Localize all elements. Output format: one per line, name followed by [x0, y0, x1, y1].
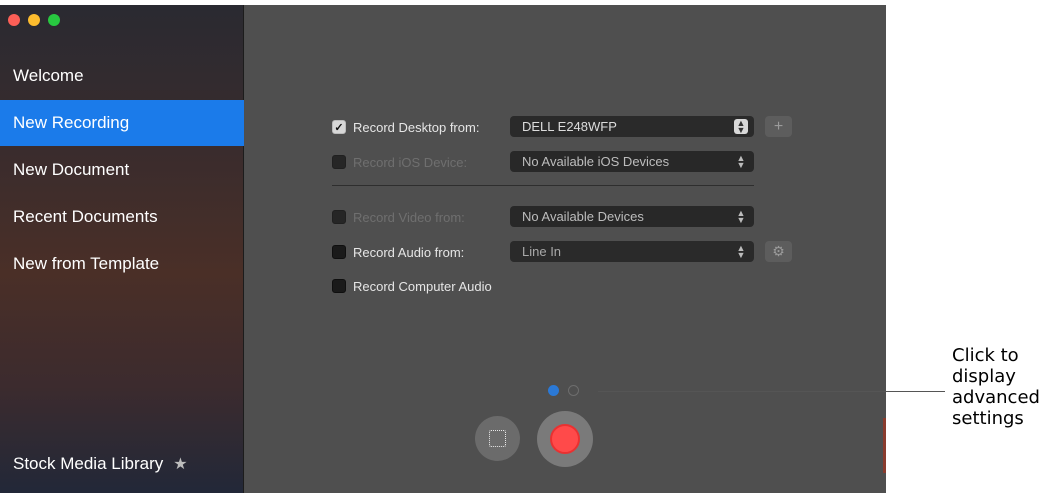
record-ios-label: Record iOS Device:	[353, 154, 468, 170]
chevron-updown-icon: ▲ ▼	[736, 153, 746, 170]
record-icon	[550, 424, 580, 454]
maximize-window-button[interactable]	[48, 14, 60, 26]
plus-icon: +	[773, 118, 784, 135]
record-computer-audio-checkbox[interactable]	[332, 279, 346, 293]
gear-icon: ⚙	[772, 243, 785, 259]
add-display-button[interactable]: +	[765, 116, 792, 137]
record-audio-row: Record Audio from:	[332, 241, 464, 263]
page-dot-1[interactable]	[548, 385, 559, 396]
record-audio-checkbox[interactable]	[332, 245, 346, 259]
sidebar-item-welcome[interactable]: Welcome	[0, 53, 244, 99]
record-computer-audio-row: Record Computer Audio	[332, 275, 492, 297]
record-ios-row: Record iOS Device:	[332, 151, 467, 173]
record-video-row: Record Video from:	[332, 206, 465, 228]
desktop-source-select[interactable]: DELL E248WFP ▲ ▼	[510, 116, 754, 137]
record-desktop-label: Record Desktop from:	[353, 119, 480, 135]
sidebar-item-label: Recent Documents	[13, 207, 158, 226]
recording-panel: ✓ Record Desktop from: DELL E248WFP ▲ ▼ +…	[245, 5, 886, 493]
video-source-value: No Available Devices	[522, 209, 644, 224]
selection-area-icon	[489, 430, 506, 447]
sidebar-item-label: New Document	[13, 160, 130, 179]
record-audio-label: Record Audio from:	[353, 244, 465, 260]
desktop-source-value: DELL E248WFP	[522, 119, 617, 134]
sidebar-item-label: Stock Media Library	[13, 454, 164, 473]
record-desktop-checkbox[interactable]: ✓	[332, 120, 346, 134]
record-desktop-row: ✓ Record Desktop from:	[332, 116, 479, 138]
chevron-updown-icon: ▲ ▼	[736, 208, 746, 225]
select-capture-area-button[interactable]	[475, 416, 520, 461]
close-window-button[interactable]	[8, 14, 20, 26]
sidebar-item-new-document[interactable]: New Document	[0, 147, 244, 193]
chevron-updown-icon: ▲ ▼	[736, 243, 746, 260]
ios-device-value: No Available iOS Devices	[522, 154, 670, 169]
record-button[interactable]	[537, 411, 593, 467]
page-dot-2-advanced-settings[interactable]	[568, 385, 579, 396]
record-video-checkbox[interactable]	[332, 210, 346, 224]
callout-annotation: Click to display advanced settings	[952, 345, 1057, 429]
ios-device-select[interactable]: No Available iOS Devices ▲ ▼	[510, 151, 754, 172]
sidebar: Welcome New Recording New Document Recen…	[0, 5, 244, 493]
audio-settings-button[interactable]: ⚙	[765, 241, 792, 262]
callout-line-1: Click to	[952, 345, 1019, 366]
star-icon: ★	[173, 456, 188, 473]
callout-line-4: settings	[952, 408, 1024, 429]
sidebar-item-recent-documents[interactable]: Recent Documents	[0, 194, 244, 240]
sidebar-item-stock-media-library[interactable]: Stock Media Library ★	[0, 441, 244, 487]
sidebar-item-new-from-template[interactable]: New from Template	[0, 241, 244, 287]
sidebar-item-new-recording[interactable]: New Recording	[0, 100, 244, 146]
sidebar-item-label: Welcome	[13, 66, 84, 85]
section-divider	[332, 185, 754, 186]
record-computer-audio-label: Record Computer Audio	[353, 278, 492, 294]
minimize-window-button[interactable]	[28, 14, 40, 26]
record-video-label: Record Video from:	[353, 209, 465, 225]
audio-source-select[interactable]: Line In ▲ ▼	[510, 241, 754, 262]
video-source-select[interactable]: No Available Devices ▲ ▼	[510, 206, 754, 227]
app-window: Welcome New Recording New Document Recen…	[0, 5, 886, 493]
sidebar-item-label: New Recording	[13, 113, 130, 132]
audio-source-value: Line In	[522, 244, 562, 259]
callout-line	[598, 391, 945, 392]
sidebar-item-label: New from Template	[13, 254, 160, 273]
window-edge-accent	[883, 418, 886, 473]
record-ios-checkbox[interactable]	[332, 155, 346, 169]
callout-line-2: display	[952, 366, 1016, 387]
callout-line-3: advanced	[952, 387, 1040, 408]
chevron-updown-icon: ▲ ▼	[734, 119, 748, 135]
